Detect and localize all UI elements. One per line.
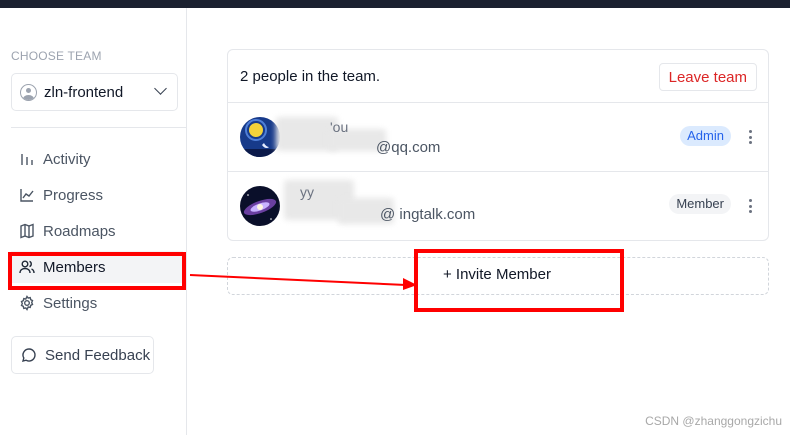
send-feedback-label: Send Feedback: [45, 346, 151, 364]
team-name: zln-frontend: [44, 83, 124, 101]
role-badge-admin: Admin: [680, 126, 731, 146]
watermark-text: CSDN @zhanggongzichu: [645, 414, 782, 428]
sidebar-item-label: Roadmaps: [43, 222, 116, 240]
member-row: yy @ ingtalk.com Member: [228, 172, 768, 241]
sidebar-item-label: Settings: [43, 294, 98, 312]
invite-member-button[interactable]: + Invite Member: [443, 266, 551, 283]
chat-bubble-icon: [22, 348, 36, 362]
sidebar-item-settings[interactable]: Settings: [11, 287, 183, 319]
annotation-arrow: [189, 274, 417, 290]
team-select[interactable]: zln-frontend: [11, 73, 178, 111]
sidebar-item-label: Progress: [43, 186, 104, 204]
leave-team-button[interactable]: Leave team: [658, 63, 757, 91]
avatar: [240, 186, 280, 226]
members-card: 2 people in the team. Leave team 'ou @qq…: [227, 49, 769, 241]
gear-icon: [20, 295, 34, 311]
sidebar-item-label: Members: [43, 258, 106, 276]
avatar-image: [240, 186, 280, 226]
more-options-icon[interactable]: [748, 199, 752, 213]
sidebar-item-label: Activity: [43, 150, 91, 168]
top-bar: [0, 0, 790, 8]
chart-line-icon: [20, 189, 34, 202]
people-count-text: 2 people in the team.: [240, 67, 381, 85]
sidebar-item-roadmaps[interactable]: Roadmaps: [11, 215, 183, 247]
sidebar-item-activity[interactable]: Activity: [11, 143, 183, 175]
member-name: yy: [300, 184, 314, 200]
member-email: @qq.com: [376, 139, 441, 156]
sidebar: CHOOSE TEAM zln-frontend Activity Progre…: [0, 8, 187, 435]
sidebar-item-progress[interactable]: Progress: [11, 179, 183, 211]
more-options-icon[interactable]: [748, 130, 752, 144]
avatar-image: [240, 117, 280, 157]
sidebar-divider: [11, 127, 187, 128]
role-badge-member: Member: [669, 194, 731, 214]
chevron-down-icon: [154, 82, 167, 95]
users-icon: [19, 260, 35, 274]
activity-icon: [21, 154, 33, 165]
choose-team-label: CHOOSE TEAM: [11, 49, 102, 63]
member-row: 'ou @qq.com Admin: [228, 103, 768, 172]
members-card-header: 2 people in the team. Leave team: [228, 50, 768, 103]
member-email: @ ingtalk.com: [380, 206, 476, 223]
sidebar-item-members[interactable]: Members: [11, 251, 183, 283]
avatar: [240, 117, 280, 157]
send-feedback-button[interactable]: Send Feedback: [11, 336, 154, 374]
team-avatar-icon: [20, 83, 37, 101]
member-name: 'ou: [330, 119, 349, 135]
map-icon: [20, 223, 34, 239]
